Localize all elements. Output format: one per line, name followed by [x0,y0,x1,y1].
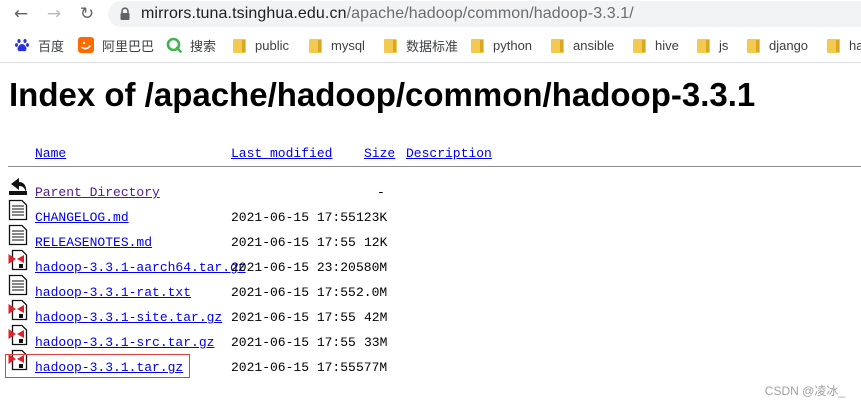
sort-by-last-modified-link[interactable]: Last modified [231,146,332,162]
bookmark-folder-python[interactable]: python [469,36,532,54]
folder-icon [631,37,647,53]
compressed-file-icon [8,324,28,346]
lock-icon[interactable] [118,7,132,21]
text-file-icon [8,274,28,296]
reload-icon[interactable]: ↻ [76,3,98,25]
bookmark-folder-ha[interactable]: ha [825,36,861,54]
file-last-modified: 2021-06-15 17:55 [231,360,356,375]
bookmark-baidu[interactable]: 百度 [14,36,64,54]
bookmark-folder-public[interactable]: public [231,36,289,54]
folder-icon [549,37,565,53]
file-link[interactable]: RELEASENOTES.md [35,235,152,251]
file-size: 42M [364,310,388,325]
folder-icon [382,37,398,53]
bookmark-label: mysql [331,37,365,53]
folder-icon [695,37,711,53]
bookmark-folder-js[interactable]: js [695,36,728,54]
compressed-file-icon [8,299,28,321]
folder-icon [307,37,323,53]
folder-icon [745,37,761,53]
file-last-modified: 2021-06-15 17:55 [231,310,356,325]
file-link[interactable]: hadoop-3.3.1-src.tar.gz [35,335,214,351]
bookmark-alibaba[interactable]: 阿里巴巴 [78,36,154,54]
sort-by-size-link[interactable]: Size [364,146,395,162]
back-folder-icon [9,178,27,195]
url-host: mirrors.tuna.tsinghua.edu.cn [141,5,347,22]
file-last-modified: 2021-06-15 23:20 [231,260,356,275]
page-title: Index of /apache/hadoop/common/hadoop-3.… [9,76,756,113]
bookmark-folder-django[interactable]: django [745,36,808,54]
folder-icon [469,37,485,53]
bookmark-label: 搜索 [190,38,217,54]
baidu-icon [14,37,30,53]
sort-by-name-link[interactable]: Name [35,146,66,162]
file-size: - [377,185,385,200]
text-file-icon [8,199,28,221]
file-last-modified: 2021-06-15 17:55 [231,285,356,300]
file-size: 577M [356,360,388,375]
file-size: 123K [356,210,388,225]
bookmark-folder-data-standard[interactable]: 数据标准 [382,36,458,54]
watermark: CSDN @凌冰_ [764,384,845,398]
forward-arrow-icon[interactable]: → [43,3,65,25]
bookmark-label: django [769,37,809,53]
bookmark-label: hive [655,37,679,53]
folder-icon [825,37,841,53]
bookmark-label: 阿里巴巴 [102,38,155,54]
bookmark-label: python [493,37,533,53]
file-size: 580M [356,260,388,275]
url-path: /apache/hadoop/common/hadoop-3.3.1/ [346,5,634,22]
file-size: 12K [364,235,388,250]
back-arrow-icon[interactable]: ← [10,3,32,25]
url-text[interactable]: mirrors.tuna.tsinghua.edu.cn/apache/hado… [141,5,634,23]
file-link[interactable]: CHANGELOG.md [35,210,129,226]
bookmark-label: ansible [573,37,615,53]
bookmark-folder-mysql[interactable]: mysql [307,36,365,54]
file-link[interactable]: hadoop-3.3.1-rat.txt [35,285,191,301]
bookmark-search[interactable]: 搜索 [166,36,216,54]
file-size: 2.0M [356,285,388,300]
compressed-file-icon [8,249,28,271]
text-file-icon [8,224,28,246]
bookmark-label: js [719,37,729,53]
bookmark-label: ha [849,37,861,53]
file-last-modified: 2021-06-15 17:55 [231,210,356,225]
browser-toolbar: ← → ↻ mirrors.tuna.tsinghua.edu.cn/apach… [0,0,861,29]
search-icon [166,37,182,53]
sort-by-description-link[interactable]: Description [406,146,492,162]
address-bar[interactable]: mirrors.tuna.tsinghua.edu.cn/apache/hado… [108,1,861,27]
alibaba-icon [78,37,94,53]
file-link[interactable]: hadoop-3.3.1-site.tar.gz [35,310,222,326]
bookmark-label: 数据标准 [406,38,459,54]
bookmark-folder-ansible[interactable]: ansible [549,36,614,54]
file-last-modified: 2021-06-15 17:55 [231,335,356,350]
file-size: 33M [364,335,388,350]
bookmark-label: public [255,37,289,53]
header-divider [8,166,861,167]
bookmark-label: 百度 [38,38,65,54]
bookmarks-bar: 百度 阿里巴巴 搜索 public mysql 数据标准 python ansi… [0,29,861,63]
bookmark-folder-hive[interactable]: hive [631,36,679,54]
file-last-modified: 2021-06-15 17:55 [231,235,356,250]
highlight-annotation-box [5,354,190,378]
folder-icon [231,37,247,53]
file-link[interactable]: hadoop-3.3.1-aarch64.tar.gz [35,260,246,276]
parent-directory-link[interactable]: Parent Directory [35,185,160,201]
